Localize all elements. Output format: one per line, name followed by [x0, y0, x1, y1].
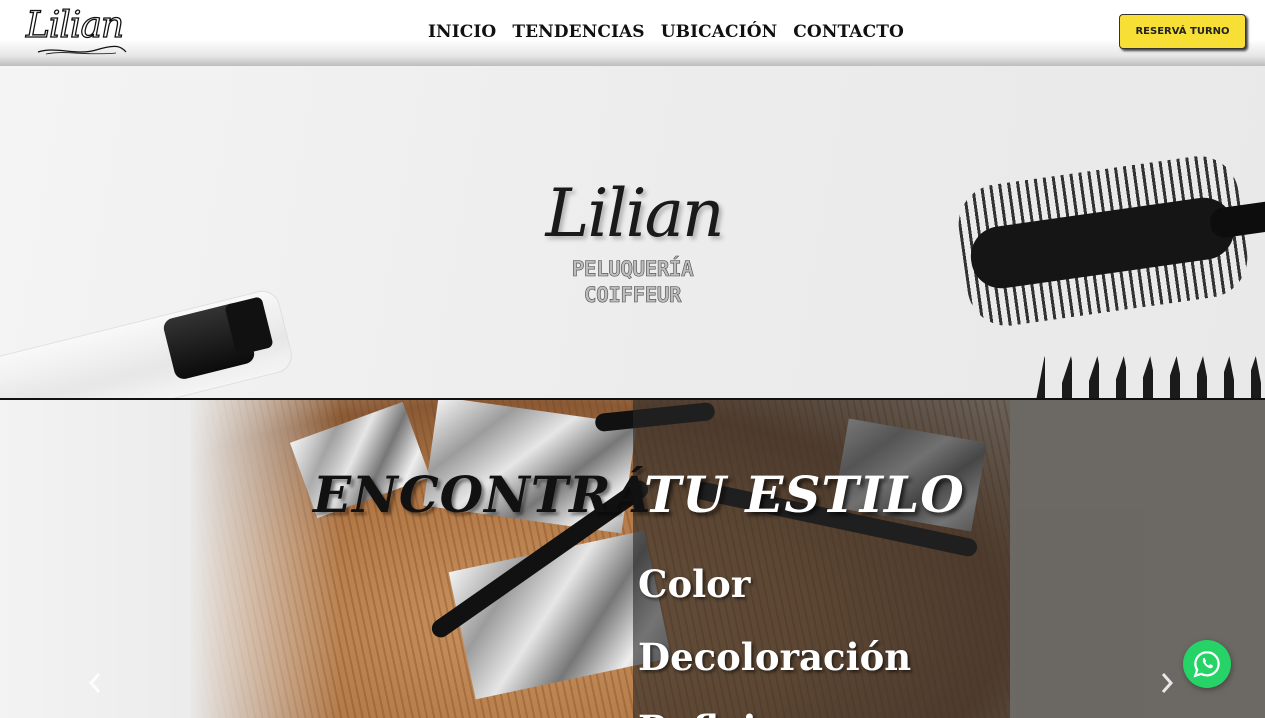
services-carousel: ENCONTRÁ TU ESTILO Color Decoloración Re…: [0, 400, 1265, 718]
nav-link-tendencias[interactable]: TENDENCIAS: [512, 20, 644, 44]
service-item-reflejos: Reflejos: [638, 706, 802, 718]
chevron-left-icon: [88, 673, 101, 693]
hero-banner: Lilian PELUQUERÍA COIFFEUR: [0, 66, 1265, 400]
whatsapp-icon: [1193, 651, 1220, 678]
carousel-light-panel: [0, 400, 340, 718]
main-menu: INICIO TENDENCIAS UBICACIÓN CONTACTO: [428, 20, 904, 44]
carousel-next-button[interactable]: [1152, 668, 1182, 698]
whatsapp-button[interactable]: [1183, 640, 1231, 688]
hero-logo: Lilian: [545, 175, 724, 252]
nav-link-contacto[interactable]: CONTACTO: [793, 20, 904, 44]
chevron-right-icon: [1161, 673, 1174, 693]
logo-flourish-icon: [37, 45, 127, 55]
headline-right: TU ESTILO: [644, 465, 965, 524]
nav-link-inicio[interactable]: INICIO: [428, 20, 496, 44]
section-divider: [0, 398, 1265, 400]
navbar: Lilian INICIO TENDENCIAS UBICACIÓN CONTA…: [0, 0, 1265, 66]
nav-link-ubicacion[interactable]: UBICACIÓN: [661, 20, 778, 44]
comb-image: [1035, 356, 1265, 400]
service-item-decoloracion: Decoloración: [638, 635, 912, 679]
service-item-color: Color: [638, 562, 751, 606]
brand-logo[interactable]: Lilian: [25, 4, 124, 48]
carousel-prev-button[interactable]: [80, 668, 110, 698]
reserve-appointment-button[interactable]: RESERVÁ TURNO: [1119, 14, 1246, 49]
headline-left: ENCONTRÁ: [313, 465, 652, 524]
hero-subtitle-peluqueria: PELUQUERÍA: [571, 257, 694, 282]
hero-subtitle-coiffeur: COIFFEUR: [583, 283, 682, 308]
